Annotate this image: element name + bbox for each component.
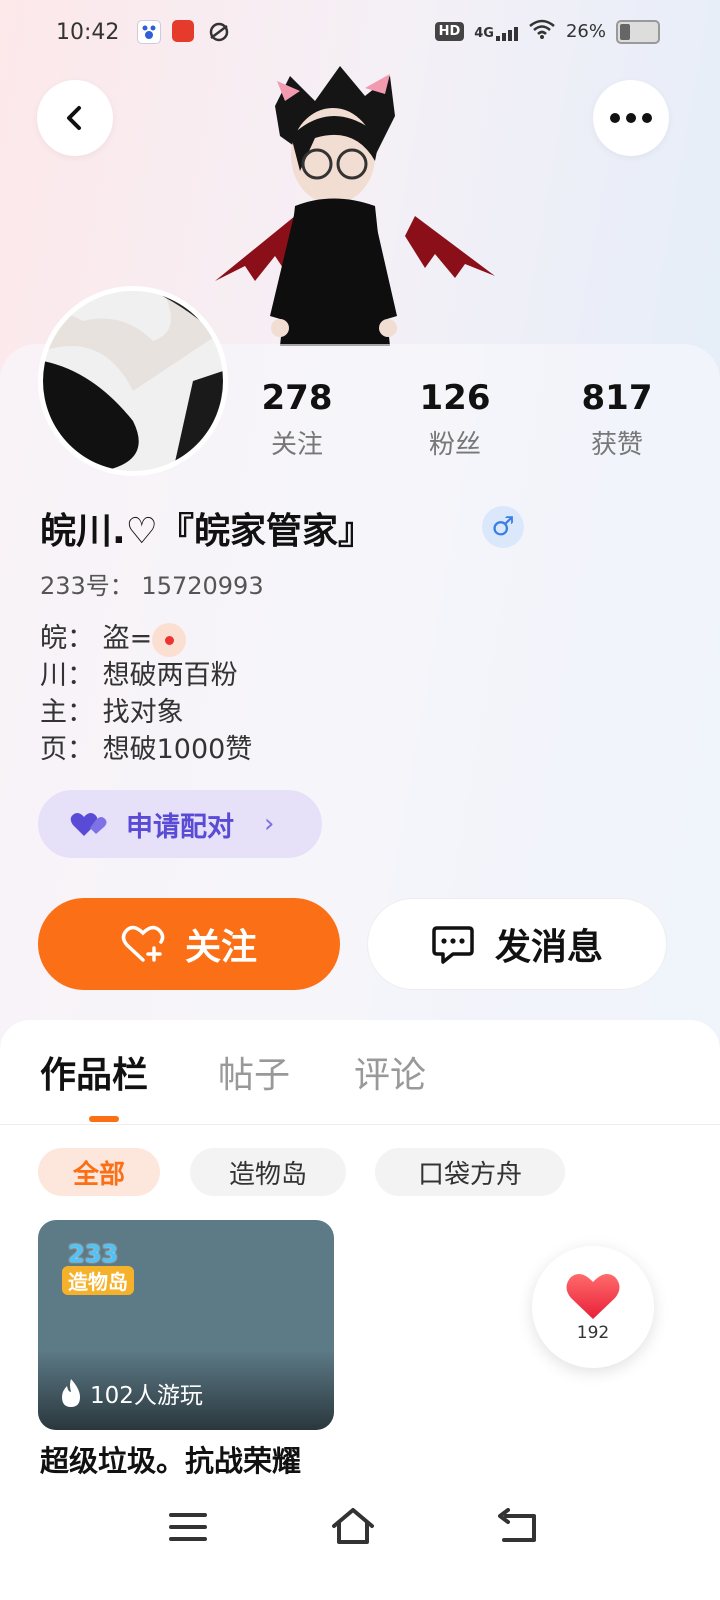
work-title[interactable]: 超级垃圾。抗战荣耀	[40, 1438, 340, 1486]
heart-plus-icon	[121, 925, 165, 962]
status-bar: 10:42 HD 4G 26%	[0, 0, 720, 66]
system-nav-bar	[0, 1490, 720, 1600]
back-button[interactable]	[37, 80, 113, 156]
home-icon[interactable]	[330, 1506, 376, 1550]
stat-likes[interactable]: 817 获赞	[537, 378, 697, 461]
stat-value: 126	[419, 378, 491, 418]
stat-following[interactable]: 278 关注	[217, 378, 377, 461]
battery-icon	[616, 19, 660, 44]
stat-value: 817	[581, 378, 653, 418]
heart-icon	[566, 1273, 620, 1319]
status-time: 10:42	[56, 20, 120, 45]
play-count: 102人游玩	[60, 1376, 203, 1410]
more-dots-icon	[610, 113, 652, 123]
game-logo: 233 造物岛	[56, 1240, 138, 1296]
avatar[interactable]	[38, 286, 228, 476]
follow-button[interactable]: 关注	[38, 898, 340, 990]
like-count: 192	[576, 1323, 610, 1343]
tab-comments[interactable]: 评论	[354, 1046, 426, 1098]
chevron-right-icon: ›	[264, 809, 275, 839]
message-button[interactable]: 发消息	[367, 898, 667, 990]
more-button[interactable]	[593, 80, 669, 156]
divider	[0, 1124, 720, 1125]
back-nav-icon[interactable]	[498, 1508, 540, 1550]
baidu-icon	[137, 20, 161, 44]
menu-icon[interactable]	[168, 1510, 208, 1548]
like-widget[interactable]: 192	[532, 1246, 654, 1368]
message-label: 发消息	[494, 927, 603, 968]
tab-indicator	[89, 1116, 119, 1122]
filter-pocket-ark[interactable]: 口袋方舟	[375, 1148, 565, 1196]
stat-value: 278	[261, 378, 333, 418]
nickname: 皖川.♡『皖家管家』	[40, 511, 374, 552]
signal-icon: 4G	[474, 23, 518, 41]
chevron-left-icon	[67, 106, 81, 130]
browser-icon	[207, 20, 229, 42]
avatar-character-image	[215, 66, 495, 356]
stat-label: 关注	[270, 430, 323, 460]
wifi-icon	[528, 18, 556, 45]
tab-posts[interactable]: 帖子	[218, 1046, 290, 1098]
stat-label: 获赞	[590, 430, 643, 460]
clown-emoji-icon	[152, 622, 187, 657]
user-id[interactable]: 233号： 15720993	[40, 566, 264, 601]
app-icon	[172, 20, 194, 42]
hd-badge: HD	[434, 22, 465, 41]
pair-request-button[interactable]: 申请配对 ›	[38, 790, 322, 858]
bio-line: 主： 找对象	[40, 697, 184, 728]
bio-line: 皖： 盗=	[40, 620, 252, 657]
battery-percent: 26%	[565, 21, 606, 42]
bio-line: 川： 想破两百粉	[40, 660, 238, 691]
chat-bubble-icon	[432, 926, 474, 964]
pair-hearts-icon	[70, 813, 107, 836]
male-gender-icon: ♂	[482, 506, 524, 548]
status-right: HD 4G 26%	[434, 18, 660, 45]
filter-all[interactable]: 全部	[38, 1148, 160, 1196]
bio-line: 页： 想破1000赞	[40, 734, 253, 765]
follow-label: 关注	[184, 927, 257, 968]
filter-creation-island[interactable]: 造物岛	[190, 1148, 346, 1196]
tab-works[interactable]: 作品栏	[40, 1046, 148, 1098]
pair-label: 申请配对	[126, 811, 234, 843]
stat-fans[interactable]: 126 粉丝	[375, 378, 535, 461]
bio: 皖： 盗= 川： 想破两百粉 主： 找对象 页： 想破1000赞	[40, 620, 252, 768]
work-card[interactable]: 233 造物岛 102人游玩	[38, 1220, 334, 1430]
stat-label: 粉丝	[428, 430, 481, 460]
flame-icon	[62, 1379, 80, 1407]
